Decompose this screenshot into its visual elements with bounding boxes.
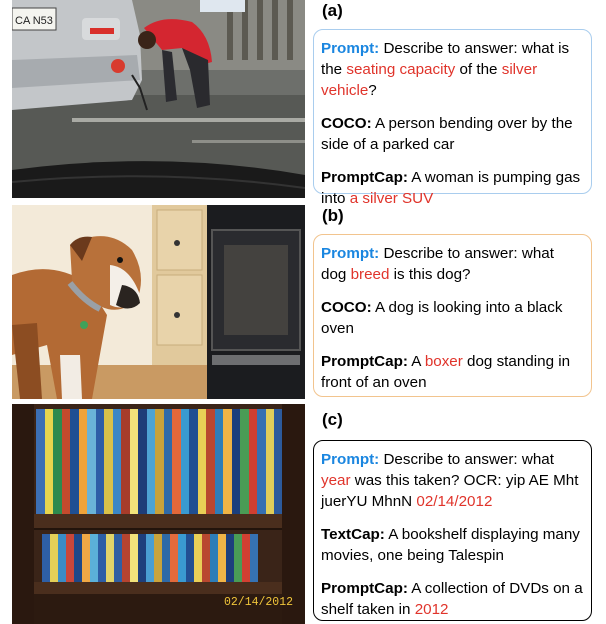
promptcap-caption: PromptCap: A collection of DVDs on a she…: [321, 580, 583, 618]
coco-caption: COCO: A dog is looking into a black oven: [321, 299, 563, 337]
prompt-text: Prompt: Describe to answer: what is the …: [321, 40, 570, 99]
photo-dvd-bookshelf: 02/14/2012: [12, 404, 305, 624]
panel-label-b: (b): [322, 206, 344, 225]
prompt-key: Prompt:: [321, 245, 380, 262]
coco-key: COCO:: [321, 115, 372, 132]
caption-box-b: Prompt: Describe to answer: what dog bre…: [313, 234, 592, 397]
highlight: 2012: [414, 601, 449, 618]
photo-boxer-dog: [12, 205, 305, 399]
panel-label-c: (c): [322, 410, 343, 429]
promptcap-caption: PromptCap: A boxer dog standing in front…: [321, 353, 571, 391]
textcap-caption: TextCap: A bookshelf displaying many mov…: [321, 526, 580, 564]
prompt-text: Prompt: Describe to answer: what dog bre…: [321, 245, 554, 283]
highlight: year: [321, 472, 351, 489]
photo-car-gas-pump: CA N53: [12, 0, 305, 198]
promptcap-key: PromptCap:: [321, 169, 408, 186]
textcap-key: TextCap:: [321, 526, 385, 543]
photo-timestamp: 02/14/2012: [224, 596, 293, 609]
promptcap-caption: PromptCap: A woman is pumping gas into a…: [321, 169, 581, 207]
panel-label-a: (a): [322, 1, 343, 20]
highlight: breed: [350, 266, 390, 283]
highlight: seating capacity: [346, 61, 456, 78]
coco-key: COCO:: [321, 299, 372, 316]
prompt-key: Prompt:: [321, 451, 380, 468]
prompt-text: Prompt: Describe to answer: what year wa…: [321, 451, 579, 510]
promptcap-key: PromptCap:: [321, 580, 408, 597]
highlight: boxer: [424, 353, 463, 370]
highlight: 02/14/2012: [416, 493, 493, 510]
promptcap-key: PromptCap:: [321, 353, 408, 370]
caption-box-c: Prompt: Describe to answer: what year wa…: [313, 440, 592, 621]
coco-caption: COCO: A person bending over by the side …: [321, 115, 573, 153]
prompt-key: Prompt:: [321, 40, 380, 57]
highlight: a silver SUV: [349, 190, 434, 207]
caption-box-a: Prompt: Describe to answer: what is the …: [313, 29, 592, 207]
license-plate-text: CA N53: [15, 15, 53, 27]
